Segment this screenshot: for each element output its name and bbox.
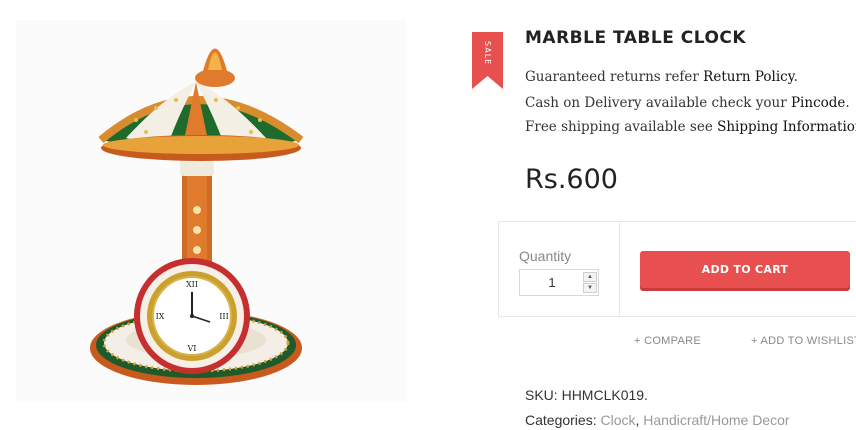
return-policy-link[interactable]: Return Policy bbox=[703, 69, 793, 85]
categories-label: Categories: bbox=[525, 412, 597, 428]
product-image[interactable]: XII III VI IX bbox=[16, 20, 406, 402]
cod-info: Cash on Delivery available check your Pi… bbox=[525, 95, 850, 111]
categories-line: Categories: Clock, Handicraft/Home Decor bbox=[525, 412, 790, 428]
cod-text: Cash on Delivery available check your bbox=[525, 95, 791, 111]
period: . bbox=[793, 69, 798, 85]
sku-label: SKU: bbox=[525, 387, 558, 403]
shipping-text: Free shipping available see bbox=[525, 119, 718, 135]
category-link-clock[interactable]: Clock bbox=[600, 412, 635, 428]
quantity-stepper[interactable]: 1 ▲ ▼ bbox=[519, 269, 599, 296]
category-link-handicraft[interactable]: Handicraft/Home Decor bbox=[643, 412, 789, 428]
clock-illustration: XII III VI IX bbox=[90, 48, 304, 385]
shipping-info: Free shipping available see Shipping Inf… bbox=[525, 119, 856, 135]
sale-ribbon: SALE bbox=[472, 32, 503, 89]
compare-link[interactable]: + COMPARE bbox=[634, 335, 701, 347]
returns-info: Guaranteed returns refer Return Policy. bbox=[525, 69, 798, 85]
svg-text:IX: IX bbox=[156, 312, 165, 321]
sale-badge: SALE bbox=[483, 40, 492, 66]
period: . bbox=[845, 95, 850, 111]
shipping-information-link[interactable]: Shipping Information bbox=[717, 119, 856, 135]
quantity-spinner: ▲ ▼ bbox=[583, 272, 597, 293]
svg-text:XII: XII bbox=[186, 280, 198, 289]
add-to-cart-button[interactable]: ADD TO CART bbox=[640, 251, 850, 288]
sku-line: SKU: HHMCLK019. bbox=[525, 387, 648, 403]
sku-value: HHMCLK019. bbox=[561, 387, 648, 403]
add-to-cart-form: Quantity 1 ▲ ▼ ADD TO CART bbox=[498, 221, 856, 317]
returns-text: Guaranteed returns refer bbox=[525, 69, 704, 85]
add-to-wishlist-link[interactable]: + ADD TO WISHLIST bbox=[751, 335, 856, 347]
quantity-label: Quantity bbox=[519, 248, 572, 264]
quantity-input[interactable]: 1 bbox=[520, 270, 584, 295]
decrement-icon[interactable]: ▼ bbox=[583, 283, 597, 293]
pincode-link[interactable]: Pincode bbox=[791, 95, 845, 111]
increment-icon[interactable]: ▲ bbox=[583, 272, 597, 282]
product-title: MARBLE TABLE CLOCK bbox=[525, 28, 747, 48]
svg-text:VI: VI bbox=[187, 344, 197, 353]
svg-text:III: III bbox=[219, 312, 228, 321]
product-price: Rs.600 bbox=[525, 164, 618, 195]
cart-divider bbox=[619, 222, 620, 316]
